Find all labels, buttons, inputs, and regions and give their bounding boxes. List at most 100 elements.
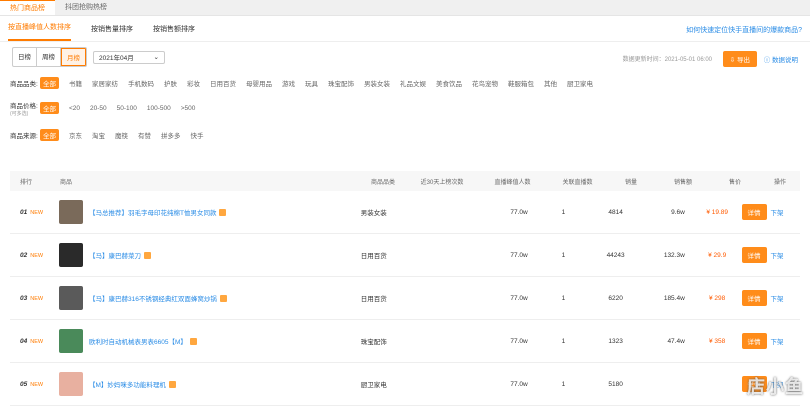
source-chip[interactable]: 快手 (191, 130, 204, 140)
price-all[interactable]: 全部 (40, 102, 59, 114)
cart-icon[interactable] (168, 380, 176, 388)
tab-hot-products[interactable]: 热门商品榜 (0, 0, 55, 15)
amount-cell: 185.4w (663, 294, 685, 302)
down-link[interactable]: 下架 (771, 293, 784, 303)
source-chip[interactable]: 有赞 (138, 130, 151, 140)
header-peak: 直播峰值人数 (494, 179, 531, 186)
tab-group-buy[interactable]: 抖团抢购热榜 (55, 0, 117, 15)
period-toggle: 日榜 周榜 月榜 (12, 47, 87, 67)
data-explain-link[interactable]: ⓘ 数据说明 (764, 54, 798, 64)
source-chip[interactable]: 魔筷 (115, 130, 128, 140)
export-button[interactable]: ⇩ 导出 (722, 51, 757, 67)
header-price: 售价 (728, 179, 741, 186)
category-cell: 珠宝配饰 (360, 339, 387, 346)
product-thumbnail[interactable] (58, 200, 83, 224)
down-link[interactable]: 下架 (771, 207, 784, 217)
table-row: 04 NEW 欧利时自动机械表男表6605【M】 珠宝配饰 77.0w 1 1323 47.4… (10, 320, 800, 363)
rank-cell: 01 NEW (10, 209, 59, 216)
down-link[interactable]: 下架 (771, 250, 784, 260)
table-row: 02 NEW 【马】康巴赫菜刀 日用百货 77.0w 1 44243 132.3w ¥ 29.9… (10, 234, 800, 277)
action-cell: 详情 下架 (741, 290, 800, 306)
category-chip[interactable]: 鞋服箱包 (508, 78, 534, 88)
detail-button[interactable]: 详情 (741, 290, 767, 306)
live-cell: 1 (561, 208, 566, 216)
product-title[interactable]: 【马总推荐】羽毛字母印花纯棉T恤男女同款 (89, 207, 216, 217)
table-row: 03 NEW 【马】康巴赫316不锈钢经典红双面蜂窝炒锅 日用百货 77.0w 1 6220… (10, 277, 800, 320)
product-title[interactable]: 【M】妙妈咪多功能料理机 (89, 379, 166, 389)
product-title[interactable]: 【马】康巴赫316不锈钢经典红双面蜂窝炒锅 (89, 293, 217, 303)
price-label: 商品价格: (10, 102, 38, 110)
tab-sort-sales[interactable]: 按销售量排序 (91, 24, 133, 41)
price-chip[interactable]: 50-100 (117, 105, 137, 112)
peak-cell: 77.0w (510, 294, 528, 302)
sales-cell: 6220 (608, 294, 623, 302)
category-chip[interactable]: 玩具 (305, 78, 318, 88)
amount-cell: 9.6w (671, 208, 685, 216)
cart-icon[interactable] (219, 208, 227, 216)
rank-number: 03 (20, 294, 28, 302)
down-link[interactable]: 下架 (771, 336, 784, 346)
product-thumbnail[interactable] (58, 243, 83, 267)
category-all[interactable]: 全部 (40, 77, 59, 89)
price-chip[interactable]: 100-500 (147, 105, 171, 112)
category-chip[interactable]: 男装女装 (364, 78, 390, 88)
header-product: 商品 (60, 179, 73, 186)
rank-cell: 02 NEW (10, 252, 59, 259)
category-chip[interactable]: 其他 (544, 78, 557, 88)
explain-label: 数据说明 (772, 57, 798, 64)
category-chip[interactable]: 珠宝配饰 (328, 78, 354, 88)
new-badge: NEW (30, 381, 44, 388)
product-thumbnail[interactable] (58, 372, 83, 396)
category-chip[interactable]: 日用百货 (210, 78, 236, 88)
table-row: 01 NEW 【马总推荐】羽毛字母印花纯棉T恤男女同款 男装女装 77.0w 1 4814 9… (10, 191, 800, 234)
price-chip[interactable]: >500 (181, 105, 196, 112)
source-chip[interactable]: 淘宝 (92, 130, 105, 140)
source-chip[interactable]: 京东 (69, 130, 82, 140)
period-week[interactable]: 周榜 (37, 48, 61, 66)
category-chip[interactable]: 厨卫家电 (567, 78, 593, 88)
tab-sort-amount[interactable]: 按销售额排序 (153, 24, 195, 41)
source-filter: 商品来源: 全部 京东 淘宝 魔筷 有赞 拼多多 快手 (0, 122, 810, 148)
month-select[interactable]: 2021年04月 ⌄ (93, 50, 165, 64)
ranking-table: 排行 商品 商品品类 近30天上榜次数 直播峰值人数 关联直播数 销量 销售额 … (10, 171, 800, 406)
new-badge: NEW (30, 338, 44, 345)
product-title[interactable]: 【马】康巴赫菜刀 (89, 250, 141, 260)
cart-icon[interactable] (143, 251, 151, 259)
product-cell: 【马】康巴赫菜刀 (58, 243, 349, 267)
category-chip[interactable]: 书籍 (69, 78, 82, 88)
period-month[interactable]: 月榜 (61, 48, 86, 66)
category-chip[interactable]: 家居家纺 (92, 78, 118, 88)
source-chip[interactable]: 拼多多 (161, 130, 181, 140)
detail-button[interactable]: 详情 (741, 333, 767, 349)
category-chip[interactable]: 护肤 (164, 78, 177, 88)
rank-number: 04 (20, 337, 28, 345)
source-all[interactable]: 全部 (40, 129, 59, 141)
detail-button[interactable]: 详情 (741, 247, 767, 263)
cart-icon[interactable] (219, 294, 227, 302)
product-thumbnail[interactable] (58, 286, 83, 310)
rank-cell: 05 NEW (10, 381, 59, 388)
category-chip[interactable]: 彩妆 (187, 78, 200, 88)
category-label: 商品品类: (10, 81, 38, 88)
category-chip[interactable]: 游戏 (282, 78, 295, 88)
category-chip[interactable]: 花鸟宠物 (472, 78, 498, 88)
product-thumbnail[interactable] (58, 329, 83, 353)
table-header: 排行 商品 商品品类 近30天上榜次数 直播峰值人数 关联直播数 销量 销售额 … (10, 171, 800, 191)
category-filter: 商品品类: 全部 书籍 家居家纺 手机数码 护肤 彩妆 日用百货 母婴用品 游戏… (0, 72, 810, 94)
product-title[interactable]: 欧利时自动机械表男表6605【M】 (89, 336, 187, 346)
cart-icon[interactable] (189, 337, 197, 345)
price-chip[interactable]: 20-50 (90, 105, 107, 112)
category-chip[interactable]: 礼品文娱 (400, 78, 426, 88)
category-chip[interactable]: 美食饮品 (436, 78, 462, 88)
category-cell: 日用百货 (360, 253, 387, 260)
tab-sort-peak[interactable]: 按直播峰值人数排序 (8, 22, 71, 41)
category-chip[interactable]: 手机数码 (128, 78, 154, 88)
help-link[interactable]: 如何快速定位快手直播间的爆款商品? (686, 25, 802, 35)
category-chip[interactable]: 母婴用品 (246, 78, 272, 88)
period-day[interactable]: 日榜 (13, 48, 37, 66)
detail-button[interactable]: 详情 (741, 204, 767, 220)
peak-cell: 77.0w (510, 251, 528, 259)
top-tab-bar: 热门商品榜 抖团抢购热榜 (0, 0, 810, 16)
price-chip[interactable]: <20 (69, 105, 80, 112)
price-cell: ¥ 19.89 (706, 208, 728, 216)
